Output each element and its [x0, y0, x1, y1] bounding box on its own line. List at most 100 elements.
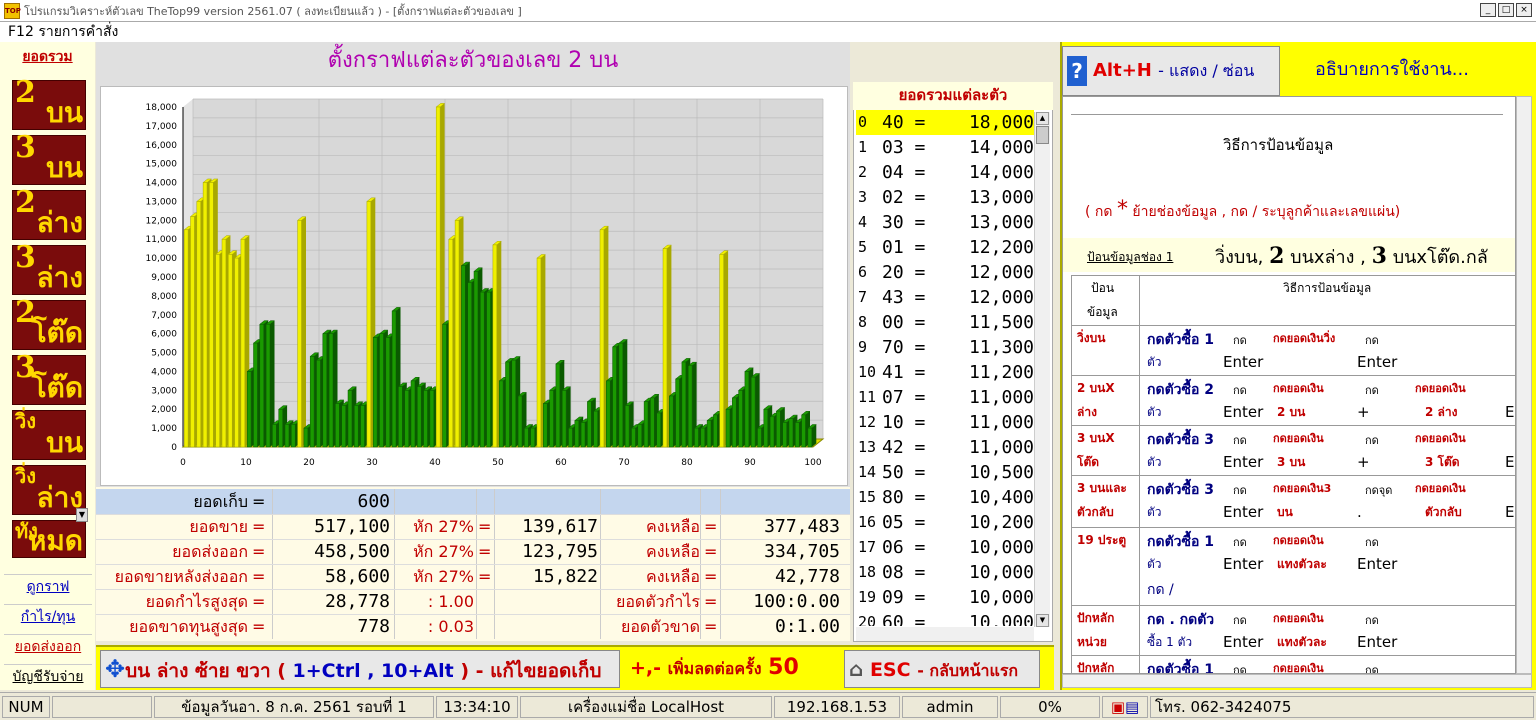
- totals-list-item[interactable]: 1 03 = 14,000: [856, 135, 1034, 160]
- nav-hint-box[interactable]: ✥บน ล่าง ซ้าย ขวา ( 1+Ctrl , 10+Alt ) - …: [100, 650, 620, 688]
- summary-rem-label: ยอดตัวขาด: [620, 617, 700, 636]
- button-small-label: ล่าง: [36, 261, 83, 294]
- bar-front: [454, 220, 460, 448]
- scroll-down-icon[interactable]: ▼: [1036, 614, 1049, 627]
- sidebar-total-button-3[interactable]: 3 ล่าง: [12, 240, 86, 295]
- help-table-text: Enter: [1357, 353, 1398, 371]
- help-table-text: ปักหลัก: [1077, 661, 1115, 674]
- close-button[interactable]: ×: [1516, 3, 1532, 17]
- summary-rem-label: คงเหลือ: [646, 542, 700, 561]
- explain-usage-link[interactable]: อธิบายการใช้งาน...: [1282, 46, 1502, 96]
- sidebar-total-button-5[interactable]: 3 โต๊ด: [12, 350, 86, 405]
- esc-home-button[interactable]: ⌂ ESC - กลับหน้าแรก: [844, 650, 1040, 688]
- ledger-link[interactable]: บัญชีรับจ่าย: [4, 664, 92, 688]
- totals-list-item[interactable]: 4 30 = 13,000: [856, 210, 1034, 235]
- totals-list-item[interactable]: 10 41 = 11,200: [856, 360, 1034, 385]
- totals-list-item[interactable]: 18 08 = 10,000: [856, 560, 1034, 585]
- item-amount: 10,000: [968, 612, 1034, 626]
- view-graph-link[interactable]: ดูกราฟ: [4, 574, 92, 598]
- totals-list-item[interactable]: 2 04 = 14,000: [856, 160, 1034, 185]
- totals-list-item[interactable]: 12 10 = 11,000: [856, 410, 1034, 435]
- bar-front: [650, 397, 655, 448]
- help-vscrollbar[interactable]: [1516, 96, 1532, 674]
- db-icon: ▣: [1110, 698, 1125, 716]
- totals-list-item[interactable]: 17 06 = 10,000: [856, 535, 1034, 560]
- totals-list-item[interactable]: 8 00 = 11,500: [856, 310, 1034, 335]
- totals-list-item[interactable]: 13 42 = 11,000: [856, 435, 1034, 460]
- button-big-label: วิ่ง: [15, 464, 36, 488]
- command-menu[interactable]: F12 รายการคำสั่ง: [8, 24, 118, 40]
- help-table-text: ตัว: [1147, 455, 1162, 469]
- totals-list-item[interactable]: 11 07 = 11,000: [856, 385, 1034, 410]
- bar-front: [725, 408, 731, 448]
- help-table-text: ตัว: [1147, 557, 1162, 571]
- totals-list-item[interactable]: 7 43 = 12,000: [856, 285, 1034, 310]
- totals-list-item[interactable]: 0 40 = 18,000: [856, 110, 1034, 135]
- summary-value: 458,500: [314, 541, 390, 562]
- summary-value[interactable]: 600: [274, 489, 390, 514]
- button-big-label: วิ่ง: [15, 409, 36, 433]
- title-bar: TOP โปรแกรมวิเคราะห์ตัวเลข TheTop99 vers…: [0, 0, 1536, 22]
- bar-front: [354, 405, 359, 448]
- scroll-up-icon[interactable]: ▲: [1036, 112, 1049, 125]
- scroll-thumb[interactable]: [1036, 126, 1049, 144]
- help-hscrollbar[interactable]: [1062, 674, 1532, 688]
- bar-front: [574, 420, 579, 448]
- minimize-button[interactable]: _: [1480, 3, 1496, 17]
- bar-front: [801, 414, 806, 448]
- totals-list-item[interactable]: 9 70 = 11,300: [856, 335, 1034, 360]
- help-table-text: ป้อน: [1091, 281, 1115, 295]
- bar-front: [209, 182, 214, 448]
- item-amount: 10,500: [968, 462, 1034, 483]
- totals-list-item[interactable]: 20 60 = 10,000: [856, 610, 1034, 626]
- button-small-label: บน: [46, 96, 83, 129]
- restore-button[interactable]: □: [1498, 3, 1514, 17]
- totals-list-hscrollbar[interactable]: [856, 627, 1034, 641]
- bar-front: [530, 427, 535, 448]
- sidebar-total-button-6[interactable]: วิ่ง บน: [12, 409, 86, 460]
- totals-list-item[interactable]: 15 80 = 10,400: [856, 485, 1034, 510]
- totals-list-item[interactable]: 5 01 = 12,200: [856, 235, 1034, 260]
- totals-list-item[interactable]: 3 02 = 13,000: [856, 185, 1034, 210]
- summary-eq: =: [252, 517, 266, 536]
- summary-deduct: 15,822: [532, 566, 598, 587]
- menu-bar[interactable]: F12 รายการคำสั่ง: [0, 22, 1536, 42]
- bar-front: [303, 427, 309, 448]
- bar-front: [750, 376, 756, 448]
- bar-front: [631, 427, 636, 448]
- y-tick-label: 12,000: [146, 216, 178, 226]
- totals-list-item[interactable]: 14 50 = 10,500: [856, 460, 1034, 485]
- item-number: 20 =: [882, 262, 926, 283]
- bar-front: [196, 201, 201, 448]
- summary-value: 517,100: [314, 516, 390, 537]
- profit-loss-link[interactable]: กำไร/ทุน: [4, 604, 92, 628]
- sidebar-total-button-7[interactable]: วิ่ง ล่าง: [12, 464, 86, 515]
- step-hint: +,- เพิ่มลดต่อครั้ง 50: [624, 650, 838, 688]
- status-time: 13:34:10: [436, 696, 518, 718]
- sidebar-total-button-8[interactable]: ทั้ง หมด: [12, 520, 86, 558]
- summary-eq3: =: [704, 617, 718, 636]
- totals-list-item[interactable]: 6 20 = 12,000: [856, 260, 1034, 285]
- help-toggle-button[interactable]: ? Alt+H - แสดง / ซ่อน: [1062, 46, 1280, 96]
- y-tick-label: 4,000: [151, 367, 177, 377]
- sidebar-scroll-down-icon[interactable]: ▼: [76, 508, 88, 522]
- sidebar-total-button-2[interactable]: 2 ล่าง: [12, 185, 86, 240]
- sidebar-total-button-4[interactable]: 2 โต๊ด: [12, 295, 86, 350]
- help-table-text: บน: [1277, 505, 1293, 519]
- totals-list-item[interactable]: 16 05 = 10,200: [856, 510, 1034, 535]
- bar-front: [228, 254, 233, 448]
- totals-list-item[interactable]: 19 09 = 10,000: [856, 585, 1034, 610]
- sidebar-total-button-0[interactable]: 2 บน: [12, 75, 86, 130]
- totals-list-scrollbar[interactable]: ▲ ▼: [1034, 112, 1050, 627]
- y-tick-label: 11,000: [146, 235, 178, 245]
- sidebar-total-button-1[interactable]: 3 บน: [12, 130, 86, 185]
- summary-table: ยอดเก็บ = 600 ยอดขาย = 517,100 หัก 27% = 139,617…: [96, 487, 850, 641]
- x-tick-label: 30: [366, 458, 378, 468]
- help-table-text: กดตัวซื้อ 1: [1147, 662, 1215, 674]
- button-big-label: 2: [15, 185, 36, 220]
- help-table-text: ข้อมูล: [1087, 305, 1118, 319]
- bar-front: [643, 401, 649, 448]
- export-total-link[interactable]: ยอดส่งออก: [4, 634, 92, 658]
- sidebar-header-total[interactable]: ยอดรวม: [0, 42, 95, 72]
- item-amount: 10,000: [968, 587, 1034, 608]
